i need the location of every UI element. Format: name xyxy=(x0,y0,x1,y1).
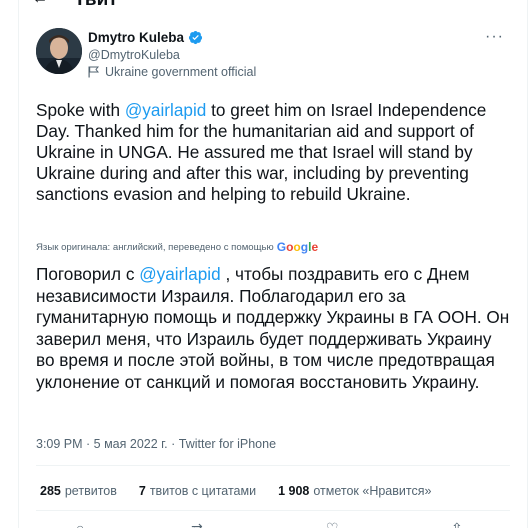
divider xyxy=(36,465,510,466)
verified-badge-icon xyxy=(188,30,203,45)
tweet-stats: 285 ретвитов 7 твитов с цитатами 1 908 отме… xyxy=(40,484,431,498)
like-icon[interactable]: ♡ xyxy=(326,520,339,528)
likes-stat[interactable]: 1 908 отметок «Нравится» xyxy=(278,484,431,498)
quotes-label: твитов с цитатами xyxy=(149,484,257,498)
author-name[interactable]: Dmytro Kuleba xyxy=(88,30,184,45)
likes-count: 1 908 xyxy=(278,484,310,498)
share-icon[interactable]: ⇪ xyxy=(451,520,463,528)
tweet-header: Dmytro Kuleba @DmytroKuleba Ukraine gove… xyxy=(36,26,510,79)
avatar[interactable] xyxy=(36,28,82,74)
left-column-border xyxy=(18,0,19,528)
name-row: Dmytro Kuleba xyxy=(88,30,203,45)
google-logo: Google xyxy=(276,240,319,254)
retweets-stat[interactable]: 285 ретвитов xyxy=(40,484,117,498)
mention-link[interactable]: @yairlapid xyxy=(125,100,206,120)
arrow-left-icon[interactable]: ← xyxy=(32,0,48,8)
mention-link-translated[interactable]: @yairlapid xyxy=(139,264,220,284)
quotes-count: 7 xyxy=(138,484,146,498)
translation-note: Язык оригинала: английский, переведено с… xyxy=(36,240,318,254)
retweets-label: ретвитов xyxy=(64,484,117,498)
flag-icon xyxy=(88,66,99,78)
reply-icon[interactable]: ○ xyxy=(76,520,84,528)
divider xyxy=(36,510,510,511)
tweet-text-translated: Поговорил с @yairlapid , чтобы поздравит… xyxy=(36,264,514,394)
government-label: Ukraine government official xyxy=(88,65,256,79)
avatar-image xyxy=(36,28,82,74)
page-title: Твит xyxy=(74,0,118,8)
top-bar: ← Твит xyxy=(0,0,528,8)
tweet-text-en-pre: Spoke with xyxy=(36,100,125,120)
retweets-count: 285 xyxy=(40,484,61,498)
likes-label: отметок «Нравится» xyxy=(313,484,432,498)
action-bar: ○ ⇄ ♡ ⇪ xyxy=(36,520,510,528)
tweet-text-original: Spoke with @yairlapid to greet him on Is… xyxy=(36,100,514,205)
retweet-icon[interactable]: ⇄ xyxy=(191,520,203,528)
government-label-text: Ukraine government official xyxy=(105,65,257,79)
tweet-timestamp[interactable]: 3:09 PM · 5 мая 2022 г. · Twitter for iP… xyxy=(36,437,276,451)
translation-note-text: Язык оригинала: английский, переведено с… xyxy=(36,241,274,253)
quotes-stat[interactable]: 7 твитов с цитатами xyxy=(139,484,256,498)
more-options-icon[interactable]: ··· xyxy=(485,29,504,45)
tweet-text-ru-pre: Поговорил с xyxy=(36,264,140,284)
author-handle[interactable]: @DmytroKuleba xyxy=(88,48,180,62)
